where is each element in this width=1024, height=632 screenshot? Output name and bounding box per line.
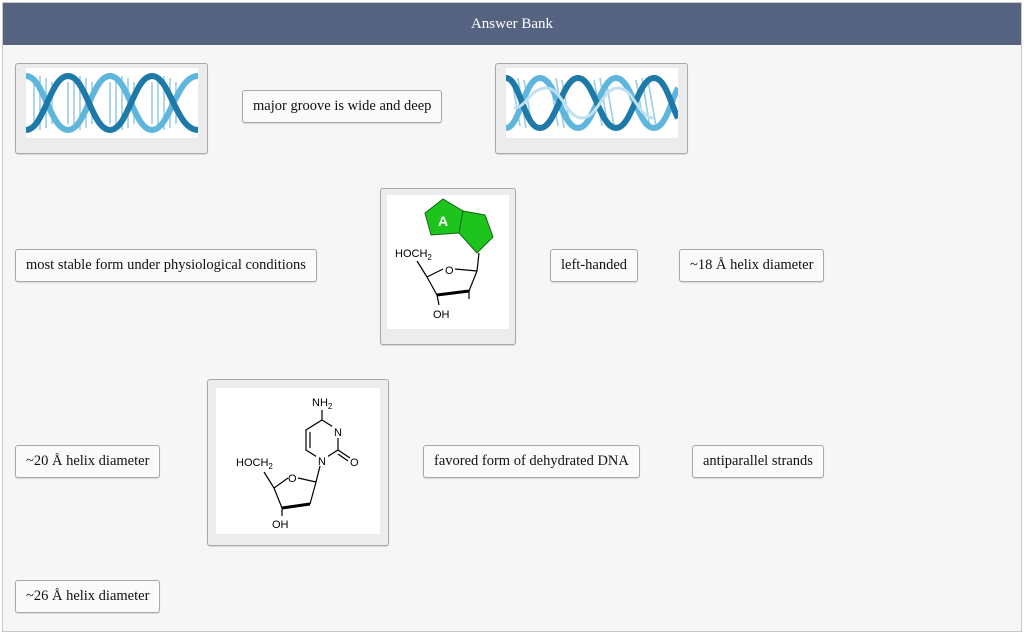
answer-chip-antiparallel[interactable]: antiparallel strands [692,445,824,478]
pyrimidine-nucleoside-structure: NH2 N N O HOCH2 O OH [236,397,359,531]
ring-oxygen-2: O [288,473,297,485]
ring-n3-label: N [334,427,342,439]
answer-chip-helix-18[interactable]: ~18 Å helix diameter [679,249,825,282]
purine-nucleoside-tile[interactable]: A HOCH2 O OH [380,188,516,345]
sugar-group-label-2: HOCH2 [236,457,273,471]
carbonyl-oxygen-label: O [350,457,359,469]
hydroxyl-label: OH [433,309,450,321]
ring-oxygen: O [445,265,454,277]
answer-chip-major-groove[interactable]: major groove is wide and deep [242,90,443,123]
answer-bank-panel: Answer Bank major groove is wide and dee… [2,2,1022,632]
answer-chip-helix-26[interactable]: ~26 Å helix diameter [15,580,161,613]
amine-label: NH2 [312,397,333,411]
dna-helix-image-1 [26,72,198,134]
ring-n1-label: N [318,456,326,468]
purine-nucleoside-structure: A HOCH2 O OH [395,198,494,321]
answer-chip-dehydrated[interactable]: favored form of dehydrated DNA [423,445,640,478]
answer-bank-header: Answer Bank [3,3,1021,45]
dna-helix-image-tile-1[interactable] [15,63,208,154]
answer-chip-helix-20[interactable]: ~20 Å helix diameter [15,445,161,478]
dna-helix-image-tile-2[interactable] [495,63,688,154]
base-letter: A [438,213,448,229]
pyrimidine-nucleoside-tile[interactable]: NH2 N N O HOCH2 O OH [207,379,389,546]
answer-chip-left-handed[interactable]: left-handed [550,249,639,282]
hydroxyl-label-2: OH [272,519,289,531]
dna-helix-image-2 [506,74,678,132]
sugar-group-label: HOCH2 [395,248,432,262]
answer-chip-most-stable[interactable]: most stable form under physiological con… [15,249,317,282]
